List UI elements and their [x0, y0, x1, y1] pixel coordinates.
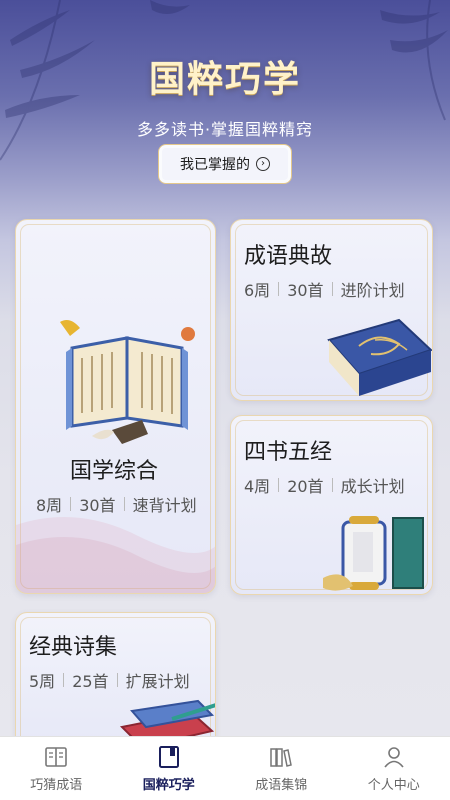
chevron-right-circle-icon: › [256, 157, 270, 171]
card-count: 25首 [72, 672, 109, 691]
card-plan: 成长计划 [340, 477, 405, 496]
user-icon [384, 747, 404, 768]
course-card-guoxue[interactable]: 国学综合 8周 30首 速背计划 [15, 219, 216, 594]
hero: 国粹巧学 多多读书·掌握国粹精窍 [0, 50, 450, 140]
card-weeks: 5周 [29, 672, 56, 691]
books-icon [270, 748, 293, 767]
tab-chengyu-jijin[interactable]: 成语集锦 [225, 737, 338, 800]
tab-label: 个人中心 [367, 778, 420, 793]
divider [331, 282, 333, 296]
tab-label: 成语集锦 [255, 778, 308, 793]
card-title: 经典诗集 [29, 635, 118, 660]
book-open-icon [45, 747, 68, 767]
book-icon [158, 746, 179, 768]
divider [331, 478, 333, 492]
card-count: 30首 [287, 281, 324, 300]
tab-qiaocai-chengyu[interactable]: 巧猜成语 [0, 737, 113, 800]
card-plan: 扩展计划 [125, 672, 190, 691]
card-weeks: 6周 [244, 281, 271, 300]
open-book-scroll-icon [60, 320, 195, 444]
card-title: 成语典故 [244, 244, 333, 269]
card-meta: 6周 30首 进阶计划 [244, 277, 405, 301]
page-subtitle: 多多读书·掌握国粹精窍 [136, 120, 314, 139]
card-weeks: 4周 [244, 477, 271, 496]
bottom-tab-bar: 巧猜成语 国粹巧学 成语集锦 个人中心 [0, 736, 450, 800]
card-meta: 5周 25首 扩展计划 [29, 668, 190, 692]
divider [278, 478, 280, 492]
wave-decoration [16, 517, 215, 593]
divider [116, 673, 118, 687]
divider [278, 282, 280, 296]
scroll-books-icon [323, 516, 424, 591]
mastered-button-label: 我已掌握的 [180, 157, 250, 173]
card-title: 四书五经 [244, 440, 333, 465]
card-meta: 4周 20首 成长计划 [244, 473, 405, 497]
course-card-chengyu[interactable]: 成语典故 6周 30首 进阶计划 [230, 219, 433, 401]
card-count: 20首 [287, 477, 324, 496]
course-card-sishu[interactable]: 四书五经 4周 20首 成长计划 [230, 415, 433, 595]
course-card-shiji[interactable]: 经典诗集 5周 25首 扩展计划 [15, 612, 216, 752]
dragon-books-icon [327, 318, 432, 396]
mastered-button[interactable]: 我已掌握的 › [158, 144, 292, 184]
tab-label: 国粹巧学 [142, 778, 195, 793]
divider [63, 673, 65, 687]
card-title: 国学综合 [70, 459, 159, 484]
card-plan: 进阶计划 [340, 281, 405, 300]
tab-guocui-qiaoxue[interactable]: 国粹巧学 [113, 737, 226, 800]
page-title: 国粹巧学 [148, 59, 301, 100]
tab-geren-zhongxin[interactable]: 个人中心 [338, 737, 450, 800]
tab-label: 巧猜成语 [30, 778, 83, 793]
